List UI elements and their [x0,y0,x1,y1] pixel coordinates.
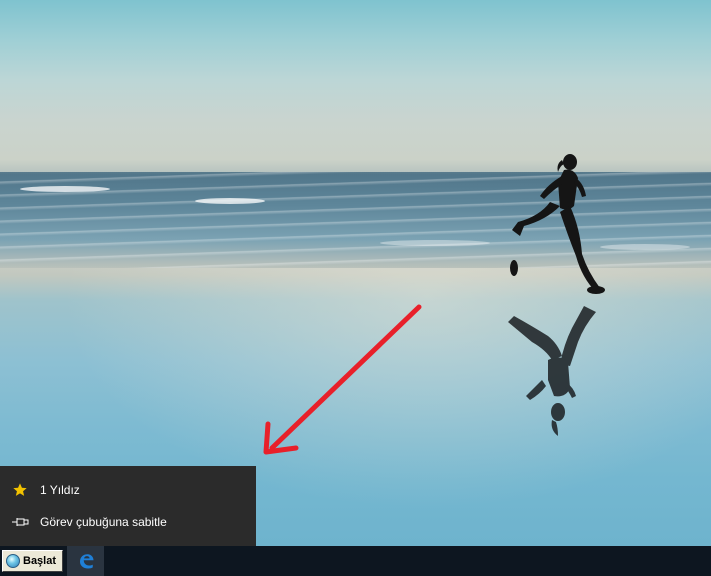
wave-foam [600,244,690,250]
start-label: Başlat [23,555,57,567]
jump-list-label: Görev çubuğuna sabitle [40,515,167,529]
edge-icon [79,554,93,569]
taskbar-app-edge[interactable] [67,546,104,576]
taskbar: Başlat [0,546,711,576]
wave-foam [20,186,110,192]
jump-list: 1 Yıldız Görev çubuğuna sabitle [0,466,256,546]
star-icon [0,482,40,498]
runner-silhouette [510,154,605,294]
runner-reflection [508,306,596,436]
wave-foam [380,240,490,246]
jump-list-item-pin[interactable]: Görev çubuğuna sabitle [0,506,256,538]
desktop-wallpaper [0,0,711,546]
start-button[interactable]: Başlat [2,550,63,572]
pin-icon [0,516,40,528]
annotation-arrow [263,304,422,455]
windows-orb-icon [6,554,20,568]
wave-foam [195,198,265,204]
jump-list-label: 1 Yıldız [40,483,80,497]
jump-list-item-rating[interactable]: 1 Yıldız [0,474,256,506]
